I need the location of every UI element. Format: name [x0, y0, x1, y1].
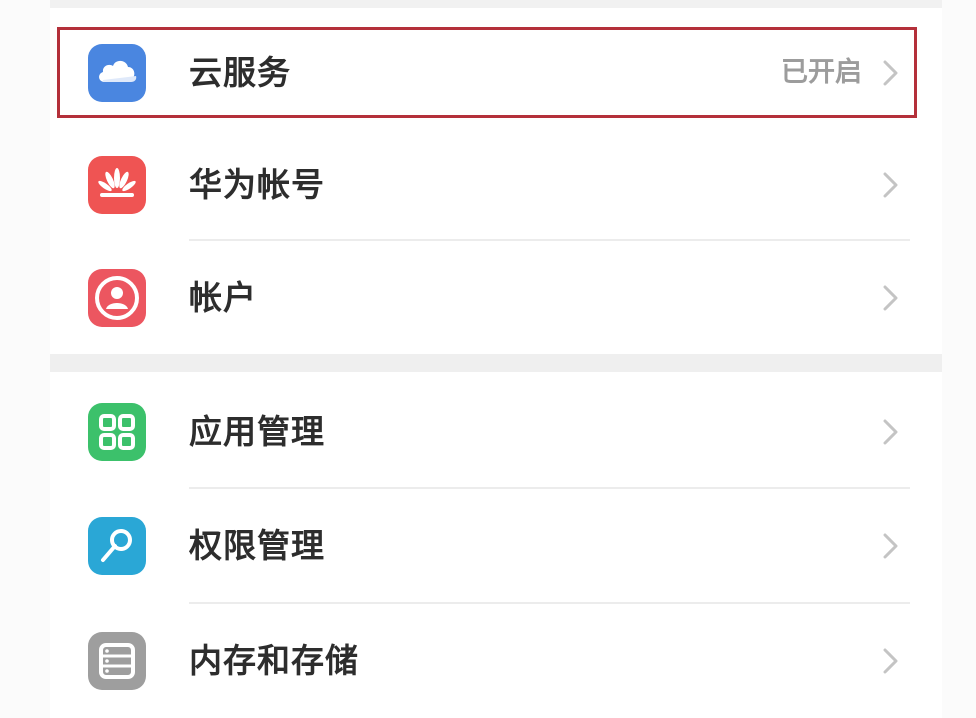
settings-item-memory-storage[interactable]: 内存和存储	[50, 603, 942, 717]
storage-list-icon	[88, 632, 146, 690]
settings-item-permission-management[interactable]: 权限管理	[50, 488, 942, 602]
user-icon	[88, 269, 146, 327]
chevron-right-icon	[883, 172, 898, 198]
settings-item-accounts[interactable]: 帐户	[50, 240, 942, 354]
settings-item-app-management[interactable]: 应用管理	[50, 374, 942, 488]
settings-item-huawei-account[interactable]: 华为帐号	[50, 127, 942, 241]
section-gap	[50, 354, 942, 372]
settings-page: 云服务 已开启 华为帐号 帐户 应用管理 权限管理 内存和存储	[0, 0, 976, 718]
chevron-right-icon	[883, 285, 898, 311]
chevron-right-icon	[883, 419, 898, 445]
section-gap-top	[50, 0, 942, 8]
chevron-right-icon	[883, 60, 898, 86]
cloud-icon	[88, 44, 146, 102]
settings-item-label: 华为帐号	[189, 165, 325, 204]
settings-item-label: 权限管理	[189, 526, 325, 565]
key-icon	[88, 517, 146, 575]
settings-item-label: 云服务	[189, 53, 291, 92]
settings-item-label: 内存和存储	[189, 641, 359, 680]
settings-item-label: 应用管理	[189, 412, 325, 451]
apps-grid-icon	[88, 403, 146, 461]
settings-item-label: 帐户	[189, 278, 257, 317]
settings-section-apps: 应用管理 权限管理 内存和存储	[50, 372, 942, 718]
chevron-right-icon	[883, 533, 898, 559]
chevron-right-icon	[883, 648, 898, 674]
settings-section-accounts: 云服务 已开启 华为帐号 帐户	[50, 8, 942, 354]
settings-item-cloud-service[interactable]: 云服务 已开启	[50, 15, 942, 129]
status-text: 已开启	[781, 57, 862, 88]
huawei-logo-icon	[88, 156, 146, 214]
